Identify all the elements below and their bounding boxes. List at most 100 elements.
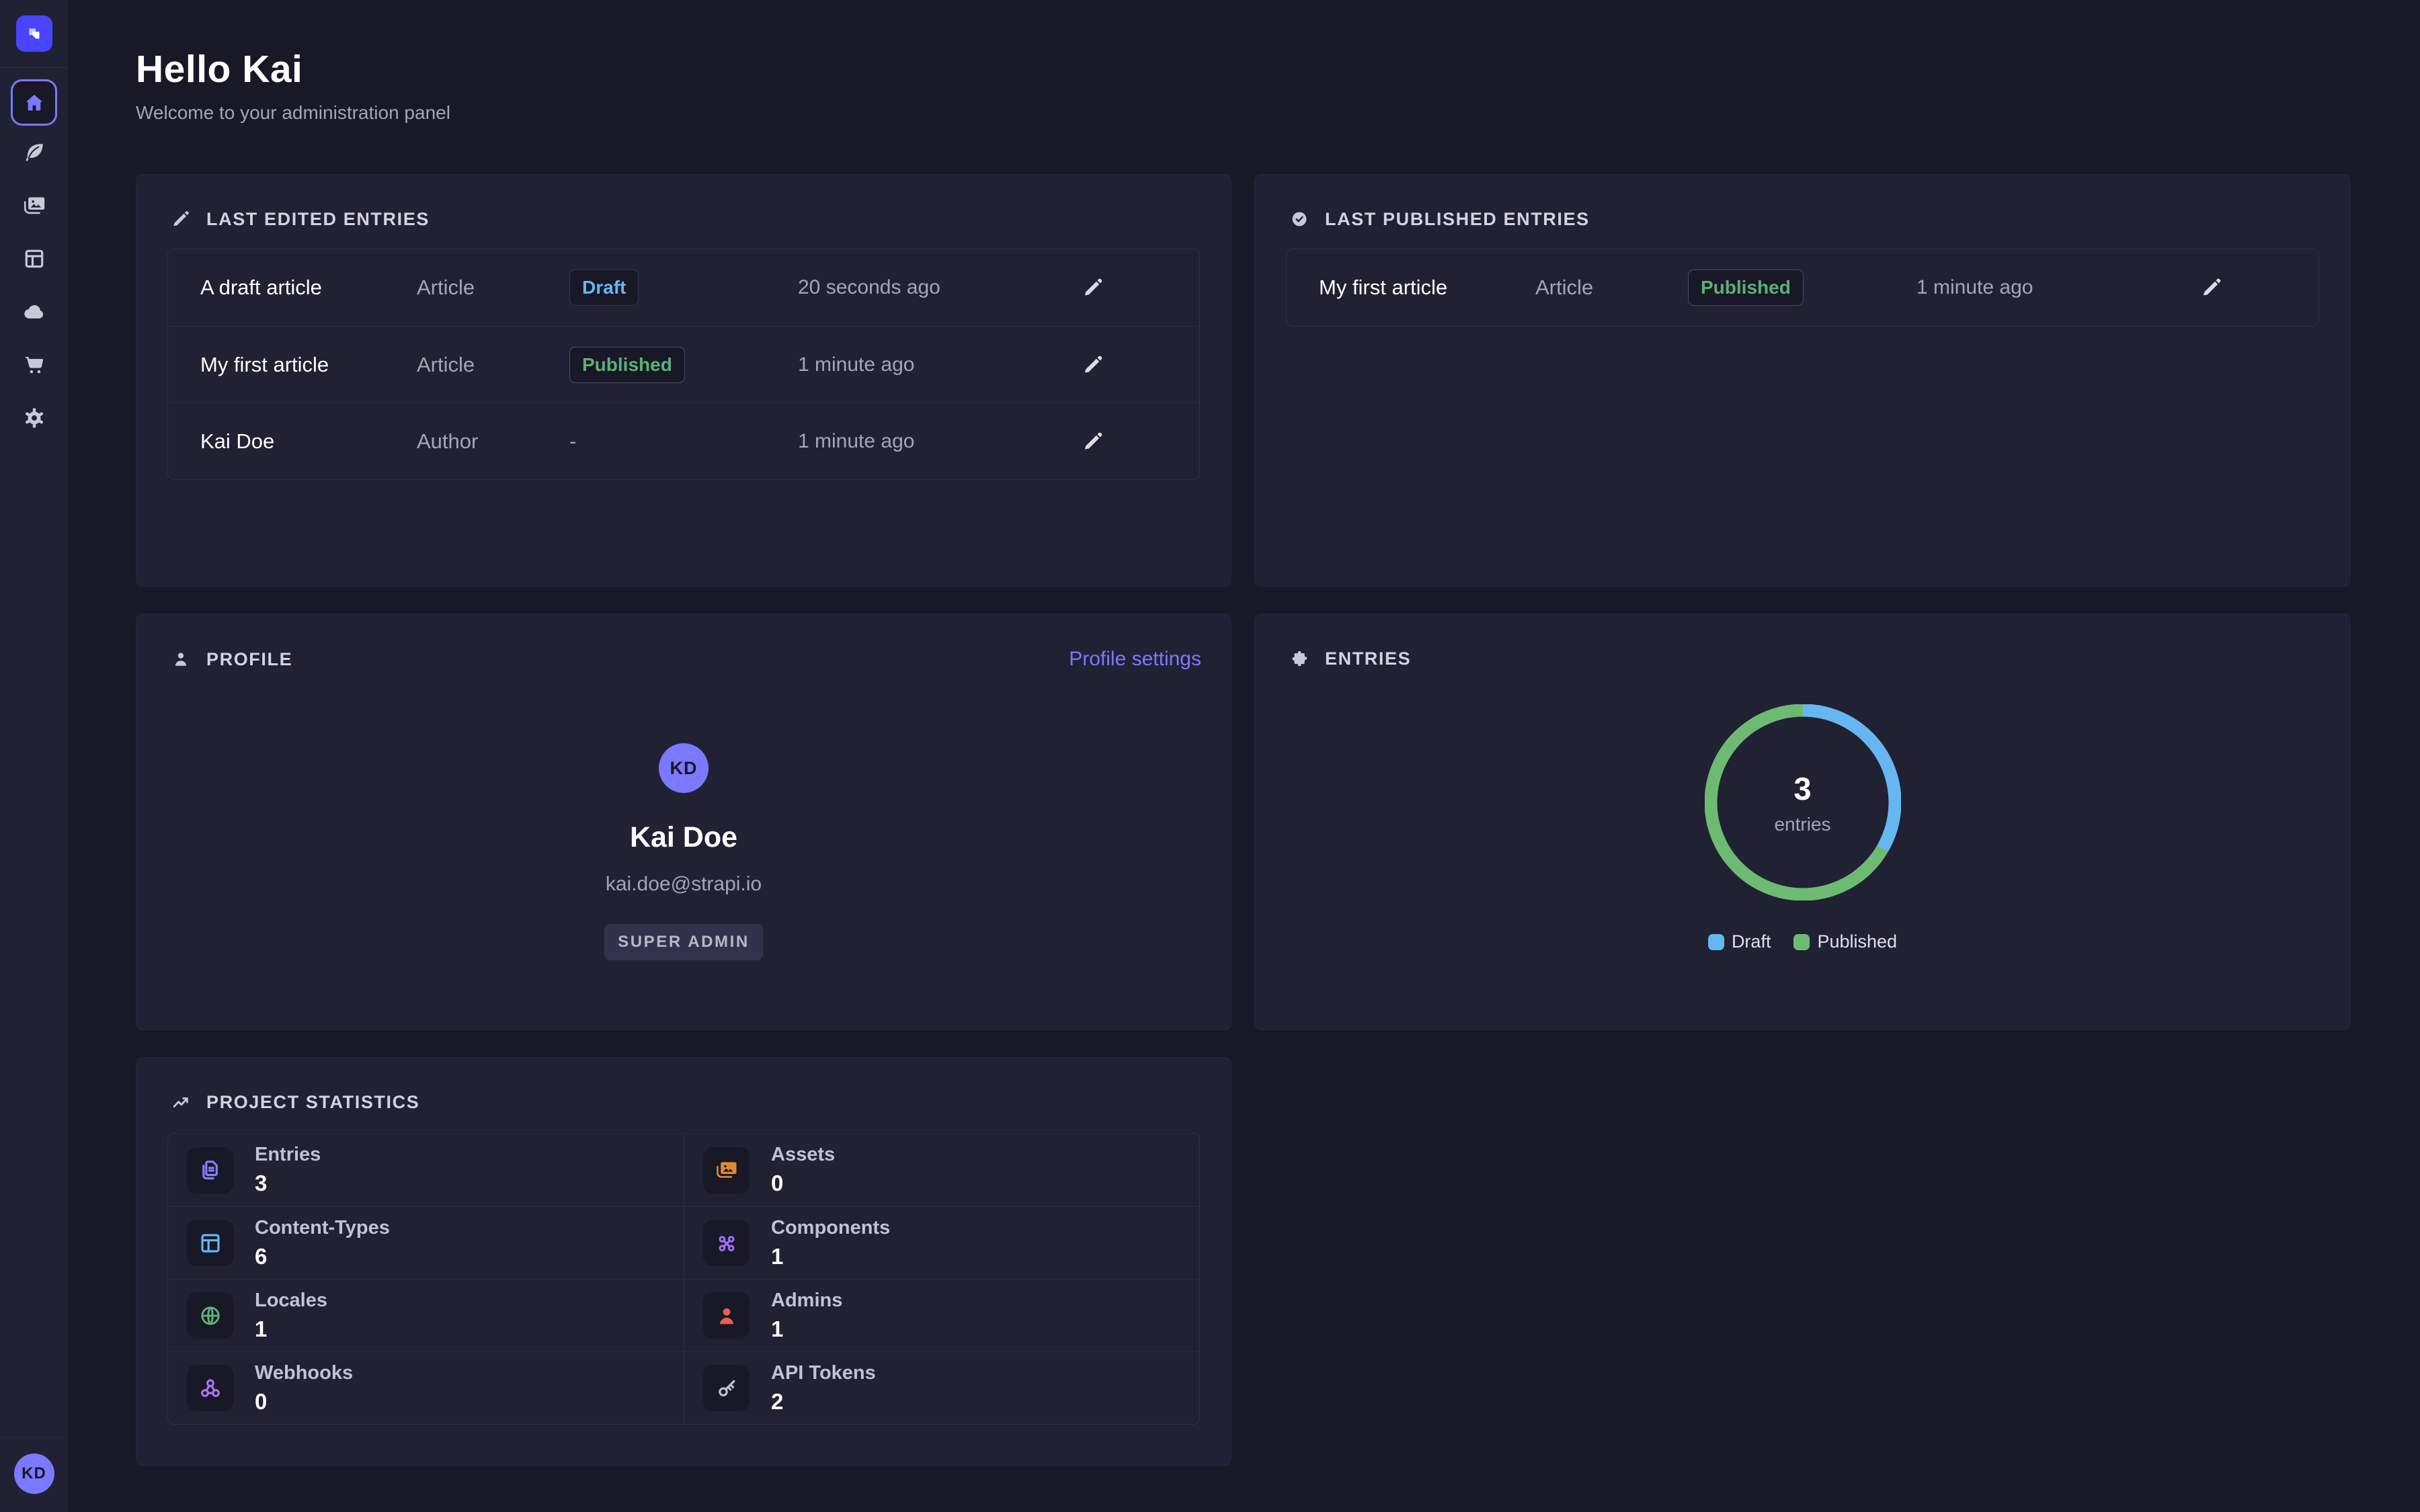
- legend-item-published: Published: [1793, 931, 1897, 952]
- stat-label: Locales: [255, 1290, 327, 1312]
- page-title: Hello Kai: [136, 47, 2420, 91]
- sidebar-item-content-type-builder[interactable]: [0, 232, 68, 285]
- stat-api-tokens: API Tokens 2: [684, 1351, 1199, 1424]
- legend-label: Published: [1817, 931, 1897, 952]
- edit-entry-button[interactable]: [1077, 271, 1109, 304]
- panel-last-published-entries: LAST PUBLISHED ENTRIES My first article …: [1254, 174, 2351, 587]
- stat-assets: Assets0: [684, 1134, 1199, 1206]
- pencil-icon: [1081, 429, 1105, 454]
- page-header: Hello Kai Welcome to your administration…: [68, 0, 2420, 124]
- entry-time: 1 minute ago: [798, 430, 1077, 453]
- sidebar-item-settings[interactable]: [0, 391, 68, 444]
- stat-label: Assets: [771, 1144, 835, 1166]
- stats-grid: Entries3 Assets0 Content-Types6 Componen…: [167, 1133, 1200, 1425]
- panel-header: ENTRIES: [1255, 614, 2350, 669]
- user-icon: [703, 1292, 750, 1339]
- profile-settings-link[interactable]: Profile settings: [1069, 648, 1201, 671]
- sidebar-item-marketplace[interactable]: [0, 338, 68, 391]
- role-badge: SUPER ADMIN: [604, 924, 763, 960]
- check-circle-icon: [1289, 208, 1310, 230]
- entries-table: My first article Article Published 1 min…: [1286, 249, 2319, 327]
- stat-value: 6: [255, 1244, 390, 1269]
- entry-time: 1 minute ago: [1917, 276, 2195, 299]
- strapi-logo[interactable]: [16, 15, 52, 52]
- panel-title: LAST PUBLISHED ENTRIES: [1325, 209, 1590, 230]
- edit-entry-button[interactable]: [2195, 271, 2228, 304]
- trend-up-icon: [170, 1091, 192, 1113]
- stat-entries: Entries 3: [168, 1134, 684, 1206]
- home-icon: [22, 91, 46, 115]
- chart-legend: Draft Published: [1255, 931, 2350, 952]
- panel-header: LAST PUBLISHED ENTRIES: [1255, 175, 2350, 230]
- entry-time: 1 minute ago: [798, 353, 1077, 376]
- stat-label: Content-Types: [255, 1217, 390, 1239]
- donut-center: 3 entries: [1705, 704, 1901, 900]
- sidebar-item-media-library[interactable]: [0, 179, 68, 232]
- person-icon: [170, 648, 192, 670]
- status-badge: Published: [1688, 269, 1804, 306]
- webhook-icon: [187, 1365, 233, 1411]
- status-badge: Draft: [569, 269, 639, 306]
- stat-label: Admins: [771, 1290, 842, 1312]
- entry-type: Article: [1535, 276, 1688, 300]
- entry-name: A draft article: [200, 276, 417, 300]
- layout-icon: [22, 246, 47, 271]
- panel-profile: PROFILE Profile settings KD Kai Doe kai.…: [136, 614, 1232, 1030]
- entries-table: A draft article Article Draft 20 seconds…: [167, 249, 1200, 480]
- entry-name: Kai Doe: [200, 429, 417, 454]
- entries-donut-chart: 3 entries: [1705, 704, 1901, 900]
- stat-label: API Tokens: [771, 1362, 876, 1384]
- profile-email: kai.doe@strapi.io: [606, 873, 762, 896]
- cart-icon: [22, 352, 47, 378]
- key-icon: [703, 1365, 750, 1411]
- panel-title: PROFILE: [206, 649, 292, 670]
- stat-value: 3: [255, 1171, 321, 1196]
- stat-locales: Locales1: [168, 1279, 684, 1351]
- pencil-icon: [170, 208, 192, 230]
- avatar: KD: [659, 743, 709, 793]
- user-avatar[interactable]: KD: [14, 1454, 54, 1494]
- stat-webhooks: Webhooks0: [168, 1351, 684, 1424]
- panel-last-edited-entries: LAST EDITED ENTRIES A draft article Arti…: [136, 174, 1232, 587]
- sidebar: KD: [0, 0, 68, 1512]
- stat-components: Components1: [684, 1206, 1199, 1279]
- sidebar-item-home[interactable]: [11, 79, 57, 126]
- panel-entries: ENTRIES 3 entries Draft Published: [1254, 614, 2351, 1030]
- sidebar-item-cloud[interactable]: [0, 285, 68, 338]
- entry-time: 20 seconds ago: [798, 276, 1077, 299]
- stat-admins: Admins 1: [684, 1279, 1199, 1351]
- stat-value: 1: [771, 1316, 842, 1342]
- legend-item-draft: Draft: [1708, 931, 1771, 952]
- panel-title: LAST EDITED ENTRIES: [206, 209, 430, 230]
- entries-count: 3: [1793, 770, 1811, 807]
- entry-type: Author: [417, 429, 569, 454]
- status-empty: -: [569, 429, 576, 453]
- cloud-icon: [22, 299, 47, 325]
- sidebar-footer: KD: [0, 1437, 68, 1512]
- entry-type: Article: [417, 353, 569, 377]
- strapi-logo-icon: [22, 22, 46, 46]
- globe-icon: [187, 1292, 233, 1339]
- stat-value: 0: [255, 1389, 353, 1415]
- stat-label: Entries: [255, 1144, 321, 1166]
- media-icon: [22, 193, 47, 218]
- panel-title: PROJECT STATISTICS: [206, 1092, 419, 1113]
- layout-icon: [187, 1220, 233, 1266]
- sidebar-divider: [0, 67, 68, 68]
- panel-header: LAST EDITED ENTRIES: [136, 175, 1231, 230]
- edit-entry-button[interactable]: [1077, 425, 1109, 458]
- profile-body: KD Kai Doe kai.doe@strapi.io SUPER ADMIN: [136, 671, 1231, 960]
- feather-icon: [22, 140, 47, 165]
- page-subtitle: Welcome to your administration panel: [136, 102, 2420, 124]
- entry-name: My first article: [200, 353, 417, 377]
- edit-entry-button[interactable]: [1077, 349, 1109, 381]
- legend-label: Draft: [1732, 931, 1771, 952]
- gear-icon: [22, 405, 47, 431]
- documents-icon: [187, 1147, 233, 1193]
- stat-value: 2: [771, 1389, 876, 1415]
- sidebar-item-content-manager[interactable]: [0, 126, 68, 179]
- table-row: Kai Doe Author - 1 minute ago: [168, 403, 1199, 479]
- panel-header: PROJECT STATISTICS: [136, 1058, 1231, 1113]
- legend-swatch-draft: [1708, 934, 1724, 950]
- panel-title: ENTRIES: [1325, 648, 1411, 669]
